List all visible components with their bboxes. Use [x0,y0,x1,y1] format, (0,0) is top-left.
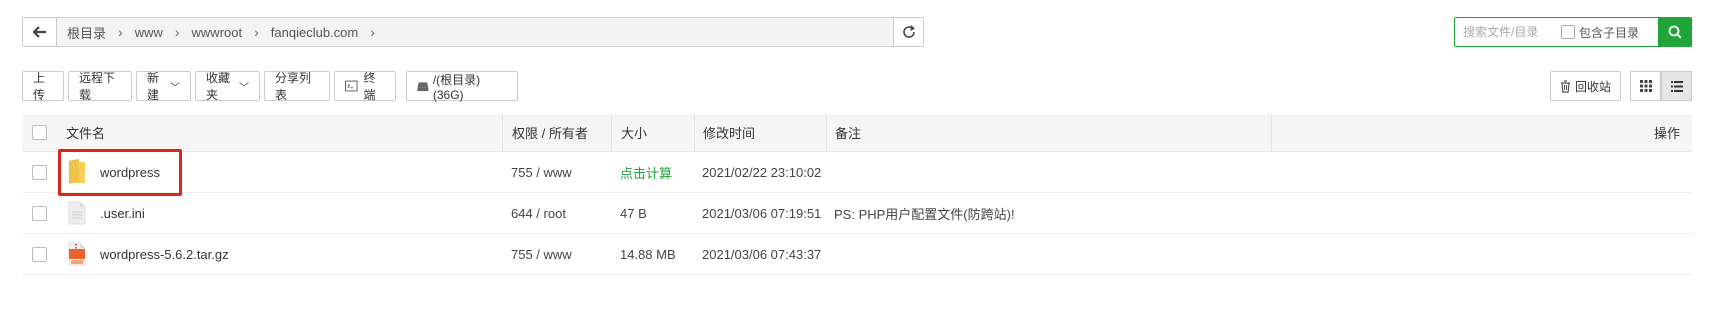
include-subdir-toggle[interactable]: 包含子目录 [1561,24,1639,41]
terminal-label: 终端 [363,71,376,102]
chevron-down-icon: ﹀ [239,82,249,94]
chevron-right-icon: › [118,24,123,40]
header-size[interactable]: 大小 [621,123,647,142]
file-mtime: 2021/03/06 07:43:37 [702,246,822,262]
terminal-icon [345,80,358,92]
new-dropdown[interactable]: 新建 ﹀ [136,71,191,102]
chevron-right-icon: › [370,24,375,40]
file-name[interactable]: wordpress-5.6.2.tar.gz [100,247,229,262]
file-note[interactable]: PS: PHP用户配置文件(防跨站)! [834,204,1015,223]
favorites-dropdown[interactable]: 收藏夹 ﹀ [195,71,260,102]
list-icon [1670,80,1683,92]
new-label: 新建 [147,71,160,102]
header-ops: 操作 [1653,126,1680,141]
breadcrumb-item[interactable]: www [135,25,163,40]
table-header: 文件名 权限 / 所有者 大小 修改时间 备注 操作 [22,114,1692,152]
header-name[interactable]: 文件名 [66,123,105,142]
folder-icon [66,159,88,185]
grid-icon [1639,80,1652,92]
file-mtime: 2021/02/22 23:10:02 [702,164,822,180]
search-input[interactable] [1455,18,1559,46]
table-row[interactable]: wordpress-5.6.2.tar.gz 755 / www 14.88 M… [22,234,1692,275]
refresh-button[interactable] [893,18,923,46]
file-name[interactable]: .user.ini [100,206,145,221]
calc-size-link[interactable]: 点击计算 [620,163,672,182]
file-mtime: 2021/03/06 07:19:51 [702,205,822,221]
file-icon [66,200,88,226]
file-size: 47 B [620,205,647,221]
recycle-bin-label: 回收站 [1574,79,1611,94]
include-subdir-checkbox[interactable] [1561,25,1575,39]
include-subdir-label: 包含子目录 [1579,25,1640,40]
header-perm: 权限 / 所有者 [512,126,588,141]
disk-label: /(根目录) (36G) [432,72,481,102]
list-view-button[interactable] [1661,71,1692,101]
table-row[interactable]: .user.ini 644 / root 47 B 2021/03/06 07:… [22,193,1692,234]
arrow-left-icon [32,26,46,38]
back-button[interactable] [23,18,57,46]
disk-button[interactable]: /(根目录) (36G) [406,71,518,102]
breadcrumb: 根目录 › www › wwwroot › fanqieclub.com › [57,18,893,46]
toolbar: 上传 远程下载 新建 ﹀ 收藏夹 ﹀ 分享列表 终端 /(根目录) (36G) [22,71,522,102]
trash-icon [1560,79,1570,93]
grid-view-button[interactable] [1630,71,1661,101]
file-table: 文件名 权限 / 所有者 大小 修改时间 备注 操作 wordpress 755… [22,114,1692,275]
breadcrumb-item[interactable]: wwwroot [192,25,243,40]
row-checkbox[interactable] [32,164,47,180]
file-perm[interactable]: 755 / www [511,247,572,262]
recycle-bin-button[interactable]: 回收站 [1549,71,1621,101]
chevron-right-icon: › [254,24,259,40]
path-bar: 根目录 › www › wwwroot › fanqieclub.com › [22,17,924,47]
search-icon [1668,25,1682,39]
select-all-checkbox[interactable] [32,125,47,140]
header-mtime[interactable]: 修改时间 [703,123,755,142]
file-perm[interactable]: 644 / root [511,206,566,221]
search-button[interactable] [1658,17,1692,47]
row-checkbox[interactable] [32,246,47,262]
file-name[interactable]: wordpress [100,165,160,180]
search-box: 包含子目录 [1454,17,1692,47]
chevron-right-icon: › [174,24,180,40]
chevron-down-icon: ﹀ [170,82,180,94]
remote-download-button[interactable]: 远程下载 [68,71,132,102]
header-note: 备注 [835,126,862,141]
share-list-button[interactable]: 分享列表 [264,71,330,102]
disk-icon [417,81,429,91]
upload-button[interactable]: 上传 [22,71,64,102]
file-manager: 根目录 › www › wwwroot › fanqieclub.com › 包… [22,0,1692,320]
terminal-button[interactable]: 终端 [334,71,396,102]
view-tools: 回收站 [1549,71,1692,101]
file-size: 14.88 MB [620,246,676,262]
favorites-label: 收藏夹 [206,71,231,102]
breadcrumb-item[interactable]: 根目录 [67,23,106,42]
row-checkbox[interactable] [32,205,47,221]
archive-icon [66,241,88,267]
refresh-icon [902,25,915,38]
breadcrumb-item[interactable]: fanqieclub.com [271,25,358,40]
file-perm[interactable]: 755 / www [511,165,572,180]
table-row[interactable]: wordpress 755 / www 点击计算 2021/02/22 23:1… [22,152,1692,193]
